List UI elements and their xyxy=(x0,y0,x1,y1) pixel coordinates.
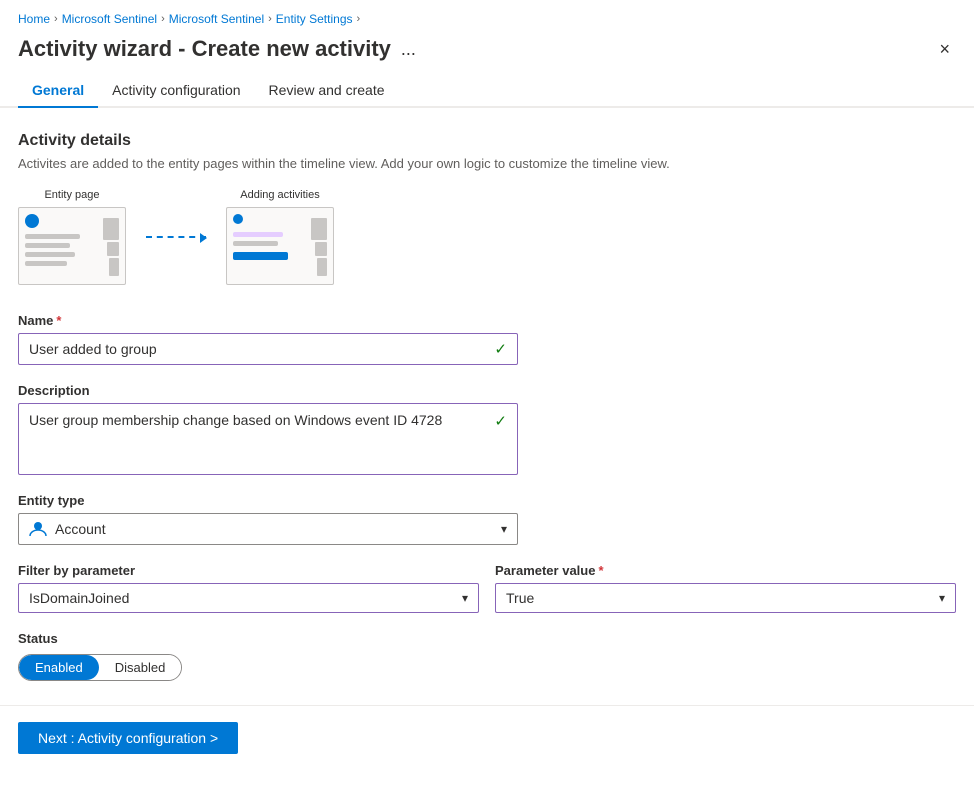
arrow-illustration xyxy=(146,236,206,238)
section-title: Activity details xyxy=(18,132,956,150)
name-value: User added to group xyxy=(29,341,157,357)
status-toggle-group: Enabled Disabled xyxy=(18,654,182,681)
breadcrumb-sep-3: › xyxy=(268,13,272,25)
entity-type-chevron: ▾ xyxy=(501,522,507,536)
page-header: Activity wizard - Create new activity ..… xyxy=(0,32,974,74)
dashed-arrow xyxy=(146,236,206,238)
breadcrumb: Home › Microsoft Sentinel › Microsoft Se… xyxy=(0,0,974,32)
mock-bar-2 xyxy=(107,242,119,256)
parameter-value-label: Parameter value * xyxy=(495,563,956,578)
entity-type-label: Entity type xyxy=(18,493,956,508)
close-button[interactable]: × xyxy=(933,37,956,62)
status-label: Status xyxy=(18,631,956,646)
filter-by-param-chevron: ▾ xyxy=(462,591,468,605)
mock-line-4 xyxy=(25,261,67,266)
entity-type-value: Account xyxy=(55,521,106,537)
tab-general[interactable]: General xyxy=(18,74,98,108)
mock-bars-activities xyxy=(309,218,327,276)
mock-highlight-bar xyxy=(233,252,288,260)
name-check-icon: ✓ xyxy=(494,340,507,358)
more-options-icon[interactable]: ... xyxy=(401,39,416,60)
description-field-group: Description User group membership change… xyxy=(18,383,956,475)
name-label: Name * xyxy=(18,313,956,328)
tabs: General Activity configuration Review an… xyxy=(0,74,974,108)
mock-bar-a2 xyxy=(315,242,327,256)
next-activity-configuration-button[interactable]: Next : Activity configuration > xyxy=(18,722,238,754)
mock-line-a1 xyxy=(233,232,283,237)
adding-activities-mock xyxy=(226,207,334,285)
entity-type-select[interactable]: Account ▾ xyxy=(18,513,518,545)
illustration: Entity page Adding xyxy=(18,189,956,285)
breadcrumb-home[interactable]: Home xyxy=(18,12,50,26)
breadcrumb-sentinel1[interactable]: Microsoft Sentinel xyxy=(62,12,157,26)
adding-activities-illustration: Adding activities xyxy=(226,189,334,285)
tab-activity-configuration[interactable]: Activity configuration xyxy=(98,74,254,108)
entity-page-mock xyxy=(18,207,126,285)
breadcrumb-sep-2: › xyxy=(161,13,165,25)
entity-page-label: Entity page xyxy=(44,189,99,201)
parameter-value-select[interactable]: True ▾ xyxy=(495,583,956,613)
adding-activities-label: Adding activities xyxy=(240,189,320,201)
name-field-group: Name * User added to group ✓ xyxy=(18,313,956,365)
entity-type-field-group: Entity type Account ▾ xyxy=(18,493,956,545)
filter-row: Filter by parameter IsDomainJoined ▾ Par… xyxy=(18,563,956,613)
status-disabled-button[interactable]: Disabled xyxy=(99,655,182,680)
mock-line-1 xyxy=(25,234,80,239)
entity-page-illustration: Entity page xyxy=(18,189,126,285)
activity-details-section: Activity details Activites are added to … xyxy=(18,132,956,171)
breadcrumb-sentinel2[interactable]: Microsoft Sentinel xyxy=(169,12,264,26)
mock-bar-a3 xyxy=(317,258,327,276)
mock-bar-3 xyxy=(109,258,119,276)
mock-bars-entity xyxy=(101,218,119,276)
filter-by-param-col: Filter by parameter IsDomainJoined ▾ xyxy=(18,563,479,613)
account-icon xyxy=(29,520,47,538)
status-section: Status Enabled Disabled xyxy=(18,631,956,681)
entity-type-left: Account xyxy=(29,520,106,538)
mock-line-a2 xyxy=(233,241,278,246)
mock-bar-a1 xyxy=(311,218,327,240)
description-check-icon: ✓ xyxy=(494,412,507,430)
main-content: Activity details Activites are added to … xyxy=(0,108,974,681)
breadcrumb-sep-1: › xyxy=(54,13,58,25)
status-enabled-button[interactable]: Enabled xyxy=(19,655,99,680)
description-input[interactable]: User group membership change based on Wi… xyxy=(18,403,518,475)
mock-line-2 xyxy=(25,243,70,248)
mock-icon-entity xyxy=(25,214,39,228)
description-label: Description xyxy=(18,383,956,398)
tab-review-create[interactable]: Review and create xyxy=(255,74,399,108)
filter-by-param-label: Filter by parameter xyxy=(18,563,479,578)
description-value: User group membership change based on Wi… xyxy=(29,412,494,428)
breadcrumb-sep-4: › xyxy=(357,13,361,25)
filter-by-param-value: IsDomainJoined xyxy=(29,590,129,606)
parameter-value-text: True xyxy=(506,590,534,606)
section-description: Activites are added to the entity pages … xyxy=(18,156,956,171)
footer: Next : Activity configuration > xyxy=(0,706,974,770)
mock-icon-activities xyxy=(233,214,243,224)
page-title: Activity wizard - Create new activity xyxy=(18,36,391,62)
parameter-value-col: Parameter value * True ▾ xyxy=(495,563,956,613)
name-input[interactable]: User added to group ✓ xyxy=(18,333,518,365)
mock-bar-1 xyxy=(103,218,119,240)
param-value-chevron: ▾ xyxy=(939,591,945,605)
filter-by-param-select[interactable]: IsDomainJoined ▾ xyxy=(18,583,479,613)
name-required: * xyxy=(56,313,61,328)
param-value-required: * xyxy=(598,563,603,578)
breadcrumb-entity-settings[interactable]: Entity Settings xyxy=(276,12,353,26)
mock-line-3 xyxy=(25,252,75,257)
